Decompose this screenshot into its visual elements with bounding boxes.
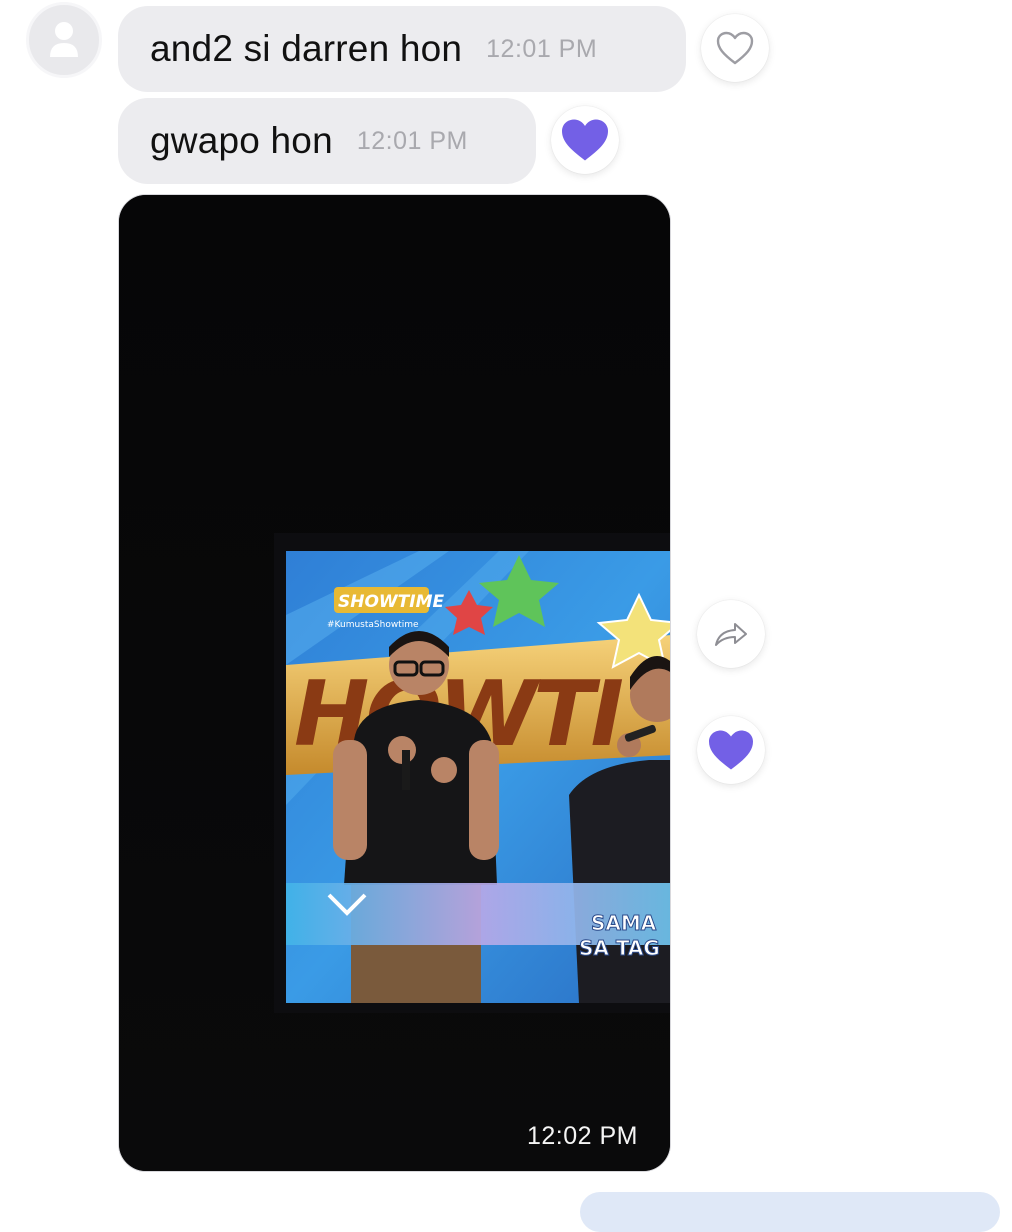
share-button[interactable] bbox=[697, 600, 765, 668]
react-heart-button[interactable] bbox=[551, 106, 619, 174]
tv-hashtag: #KumustaShowtime bbox=[327, 620, 419, 630]
react-heart-button[interactable] bbox=[697, 716, 765, 784]
outgoing-message-bubble[interactable] bbox=[580, 1192, 1000, 1232]
heart-filled-icon bbox=[562, 119, 608, 161]
message-text: gwapo hon bbox=[150, 120, 333, 161]
tv-photo: HOWTI SHOWTIME #KumustaShowtime SAMA SA … bbox=[119, 195, 670, 1171]
message-timestamp: 12:01 PM bbox=[486, 34, 598, 63]
heart-outline-icon bbox=[716, 31, 754, 65]
react-heart-button[interactable] bbox=[701, 14, 769, 82]
message-timestamp: 12:02 PM bbox=[526, 1122, 638, 1150]
tv-caption-line-1: SAMA bbox=[591, 911, 657, 935]
message-timestamp: 12:01 PM bbox=[356, 126, 468, 155]
message-bubble[interactable]: gwapo hon 12:01 PM bbox=[118, 98, 536, 184]
photo-message[interactable]: HOWTI SHOWTIME #KumustaShowtime SAMA SA … bbox=[118, 194, 671, 1172]
message-text: and2 si darren hon bbox=[150, 28, 463, 69]
avatar[interactable] bbox=[26, 2, 102, 78]
share-arrow-icon bbox=[715, 623, 747, 646]
user-avatar-icon bbox=[50, 22, 78, 57]
tv-caption-line-2: SA TAG bbox=[579, 936, 660, 960]
message-bubble[interactable]: and2 si darren hon 12:01 PM bbox=[118, 6, 686, 92]
tv-logo: SHOWTIME bbox=[338, 592, 445, 612]
heart-filled-icon bbox=[709, 730, 753, 770]
